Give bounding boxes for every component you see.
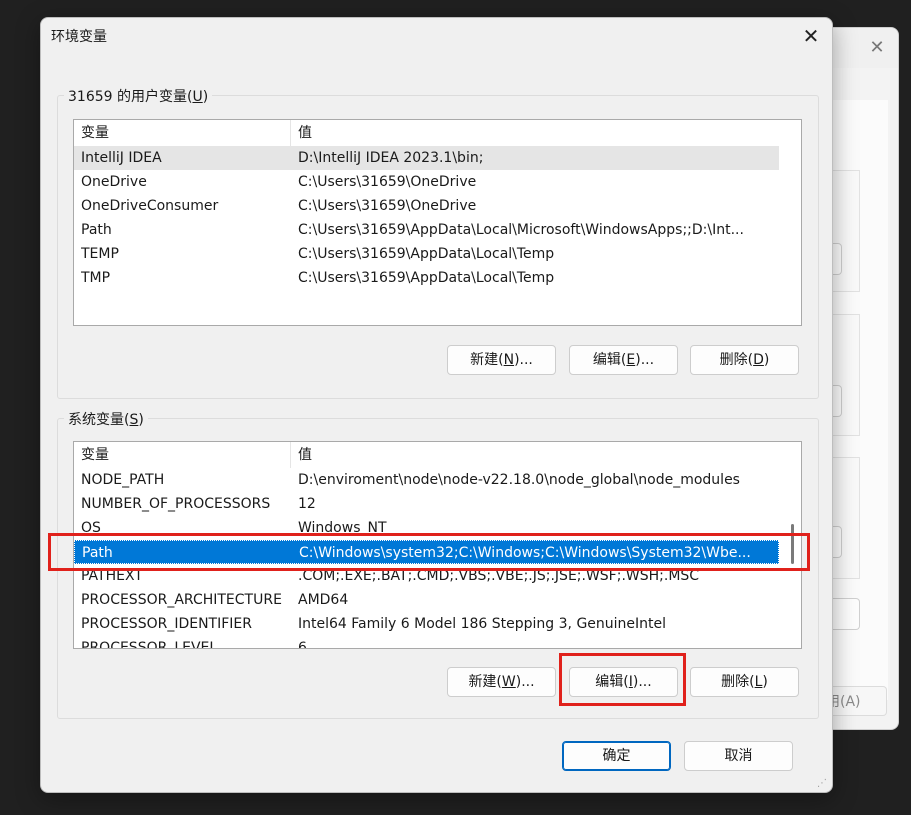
table-row[interactable]: TEMP C:\Users\31659\AppData\Local\Temp	[74, 242, 779, 266]
table-row[interactable]: PROCESSOR_LEVEL 6	[74, 636, 779, 649]
table-row[interactable]: TMP C:\Users\31659\AppData\Local\Temp	[74, 266, 779, 290]
user-delete-button[interactable]: 删除(D)	[690, 345, 799, 375]
variable-name: IntelliJ IDEA	[81, 150, 162, 166]
resize-grip-icon[interactable]: ⋰	[817, 778, 827, 789]
table-row[interactable]: OneDriveConsumer C:\Users\31659\OneDrive	[74, 194, 779, 218]
variable-value: C:\Users\31659\OneDrive	[298, 198, 477, 214]
dialog-title: 环境变量	[51, 29, 107, 45]
variable-value: C:\Users\31659\AppData\Local\Temp	[298, 270, 555, 286]
system-edit-button[interactable]: 编辑(I)...	[569, 667, 678, 697]
titlebar: 环境变量 ✕	[41, 18, 832, 54]
background-close-icon[interactable]: ✕	[867, 38, 887, 58]
variable-name: OS	[81, 520, 101, 536]
table-row-selected[interactable]: Path C:\Windows\system32;C:\Windows;C:\W…	[74, 540, 779, 564]
variable-value: Windows_NT	[298, 520, 387, 536]
variable-name: Path	[81, 222, 112, 238]
variable-name: OneDrive	[81, 174, 147, 190]
column-header-value[interactable]: 值	[298, 442, 774, 468]
variable-value: 12	[298, 496, 316, 512]
scrollbar-thumb[interactable]	[791, 524, 794, 564]
variable-value: C:\Windows\system32;C:\Windows;C:\Window…	[299, 545, 751, 561]
user-edit-button[interactable]: 编辑(E)...	[569, 345, 678, 375]
variable-name: Path	[82, 545, 113, 561]
variable-value: C:\Users\31659\AppData\Local\Temp	[298, 246, 555, 262]
variable-value: D:\enviroment\node\node-v22.18.0\node_gl…	[298, 472, 740, 488]
variable-name: TEMP	[81, 246, 119, 262]
user-variables-group: 31659 的用户变量(U) 变量 值 IntelliJ IDEA D:\Int…	[57, 86, 819, 399]
system-new-button[interactable]: 新建(W)...	[447, 667, 556, 697]
list-header: 变量 值	[74, 442, 779, 468]
user-variables-list[interactable]: 变量 值 IntelliJ IDEA D:\IntelliJ IDEA 2023…	[73, 119, 802, 326]
variable-value: C:\Users\31659\OneDrive	[298, 174, 477, 190]
cancel-button[interactable]: 取消	[684, 741, 793, 771]
column-header-value[interactable]: 值	[298, 120, 774, 146]
ok-button[interactable]: 确定	[562, 741, 671, 771]
table-row[interactable]: NODE_PATH D:\enviroment\node\node-v22.18…	[74, 468, 779, 492]
variable-name: NUMBER_OF_PROCESSORS	[81, 496, 271, 512]
system-variables-group: 系统变量(S) 变量 值 NODE_PATH D:\enviroment\nod…	[57, 409, 819, 719]
variable-value: D:\IntelliJ IDEA 2023.1\bin;	[298, 150, 484, 166]
variable-name: PROCESSOR_ARCHITECTURE	[81, 592, 282, 608]
system-variables-list[interactable]: 变量 值 NODE_PATH D:\enviroment\node\node-v…	[73, 441, 802, 649]
variable-value: Intel64 Family 6 Model 186 Stepping 3, G…	[298, 616, 667, 632]
column-separator[interactable]	[290, 120, 291, 146]
variable-name: PROCESSOR_LEVEL	[81, 640, 218, 649]
table-row[interactable]: PROCESSOR_IDENTIFIER Intel64 Family 6 Mo…	[74, 612, 779, 636]
user-new-button[interactable]: 新建(N)...	[447, 345, 556, 375]
table-row[interactable]: IntelliJ IDEA D:\IntelliJ IDEA 2023.1\bi…	[74, 146, 779, 170]
table-row[interactable]: PATHEXT .COM;.EXE;.BAT;.CMD;.VBS;.VBE;.J…	[74, 564, 779, 588]
list-header: 变量 值	[74, 120, 779, 146]
column-header-name[interactable]: 变量	[81, 120, 289, 146]
environment-variables-dialog: 环境变量 ✕ 31659 的用户变量(U) 变量 值 IntelliJ IDEA…	[40, 17, 833, 793]
system-delete-button[interactable]: 删除(L)	[690, 667, 799, 697]
vertical-scrollbar[interactable]	[787, 442, 799, 648]
column-header-name[interactable]: 变量	[81, 442, 289, 468]
table-row[interactable]: NUMBER_OF_PROCESSORS 12	[74, 492, 779, 516]
variable-name: TMP	[81, 270, 111, 286]
variable-name: OneDriveConsumer	[81, 198, 219, 214]
variable-name: PROCESSOR_IDENTIFIER	[81, 616, 252, 632]
variable-value: 6	[298, 640, 307, 649]
variable-name: NODE_PATH	[81, 472, 165, 488]
user-variables-legend: 31659 的用户变量(U)	[64, 86, 213, 106]
table-row[interactable]: OneDrive C:\Users\31659\OneDrive	[74, 170, 779, 194]
table-row[interactable]: OS Windows_NT	[74, 516, 779, 540]
variable-value: .COM;.EXE;.BAT;.CMD;.VBS;.VBE;.JS;.JSE;.…	[298, 568, 700, 584]
column-separator[interactable]	[290, 442, 291, 468]
variable-value: C:\Users\31659\AppData\Local\Microsoft\W…	[298, 222, 744, 238]
variable-value: AMD64	[298, 592, 349, 608]
variable-name: PATHEXT	[81, 568, 143, 584]
table-row[interactable]: Path C:\Users\31659\AppData\Local\Micros…	[74, 218, 779, 242]
table-row[interactable]: PROCESSOR_ARCHITECTURE AMD64	[74, 588, 779, 612]
close-icon[interactable]: ✕	[799, 24, 823, 48]
system-variables-legend: 系统变量(S)	[64, 409, 148, 429]
